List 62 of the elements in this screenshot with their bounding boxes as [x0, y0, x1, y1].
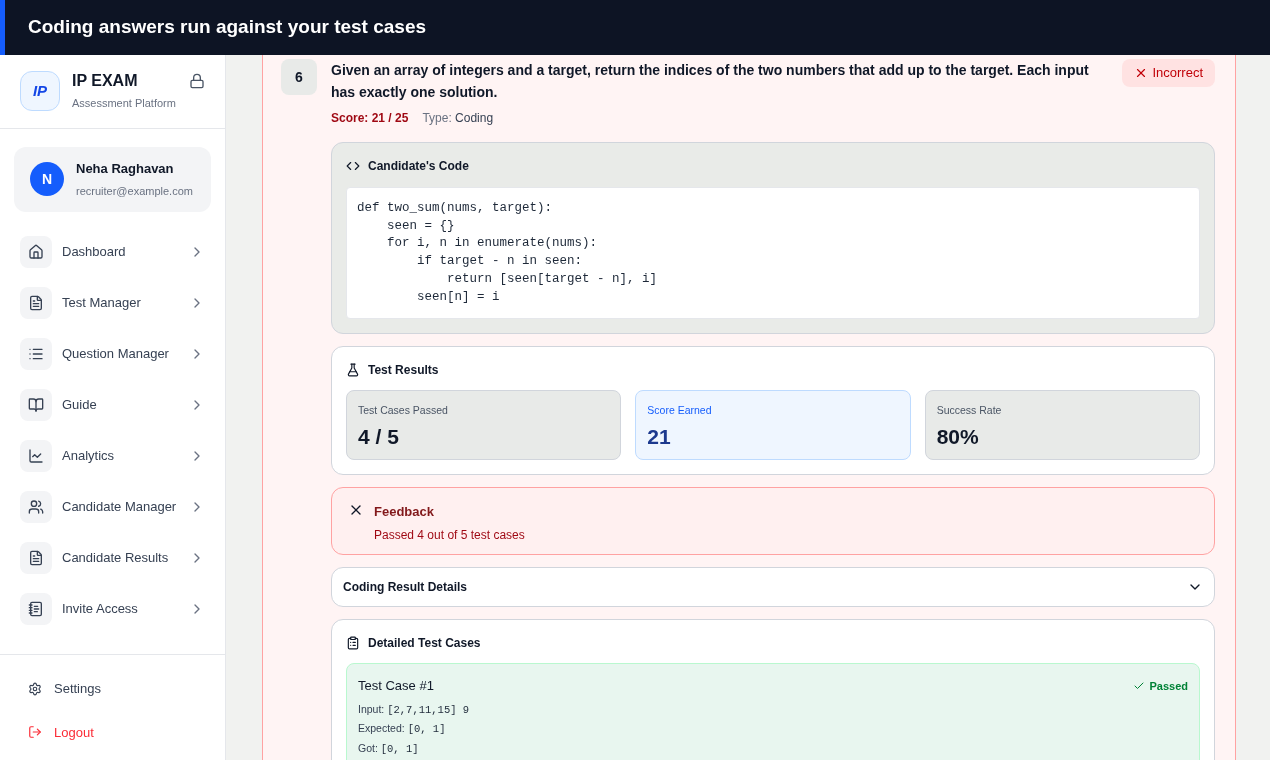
clipboard-icon: [346, 636, 360, 651]
question-text: Given an array of integers and a target, return the indices of the two numbers that add up to the target. Each input has exactly one solution.: [331, 61, 1090, 102]
nav-label: Dashboard: [62, 242, 127, 261]
test-case-line: Input: [2,7,11,15] 9: [358, 701, 471, 718]
question-number: 6: [281, 59, 317, 95]
stat-value: 80%: [936, 423, 980, 450]
nav-item[interactable]: Candidate Results: [20, 541, 205, 574]
panel-title: Detailed Test Cases: [368, 635, 481, 653]
test-case-line: Got: [0, 1]: [358, 741, 420, 758]
stat-value: 21: [647, 423, 672, 450]
score-label: Score: 21 / 25: [331, 110, 409, 127]
user-avatar: N: [30, 162, 64, 196]
nav-label: Analytics: [62, 446, 116, 465]
feedback-text: Passed 4 out of 5 test cases: [374, 526, 525, 544]
nav-label: Guide: [62, 395, 98, 414]
user-name: Neha Raghavan: [76, 160, 175, 178]
nav-label: Question Manager: [62, 344, 170, 363]
code-block: def two_sum(nums, target): seen = {} for i, n in enumerate(nums): if target - n in seen: return [seen[target - n], i] seen[n] = i: [346, 187, 1200, 320]
brand-subtitle: Assessment Platform: [72, 96, 177, 111]
nav-icon: [20, 235, 52, 268]
banner-title: Coding answers run against your test cases: [28, 15, 427, 40]
nav-label: Test Manager: [62, 293, 142, 312]
stat-value: 4 / 5: [358, 423, 400, 450]
nav-label: Candidate Results: [62, 548, 170, 567]
stat-label: Success Rate: [936, 403, 1003, 419]
code-icon: [346, 159, 360, 173]
nav-item[interactable]: Candidate Manager: [20, 490, 205, 523]
type-label: Type: Coding: [422, 110, 494, 127]
nav-label: Candidate Manager: [62, 497, 178, 516]
nav-icon: [20, 541, 52, 574]
nav-item[interactable]: Analytics: [20, 439, 205, 472]
stat-label: Test Cases Passed: [358, 403, 449, 419]
nav-label: Invite Access: [62, 599, 139, 618]
nav-icon: [20, 592, 52, 625]
details-toggle[interactable]: Coding Result Details: [331, 567, 1215, 608]
flask-icon: [346, 363, 360, 378]
settings-link[interactable]: Settings: [28, 679, 197, 699]
nav-item[interactable]: Dashboard: [20, 235, 205, 268]
nav-item[interactable]: Guide: [20, 388, 205, 421]
status-badge: Incorrect: [1122, 59, 1215, 87]
test-case-line: Expected: [0, 1]: [358, 721, 447, 738]
nav-icon: [20, 490, 52, 523]
nav-item[interactable]: Question Manager: [20, 337, 205, 370]
nav-icon: [20, 286, 52, 319]
nav-item[interactable]: Test Manager: [20, 286, 205, 319]
test-case-title: Test Case #1: [358, 677, 434, 696]
brand-name: IP EXAM: [72, 71, 139, 91]
settings-icon: [28, 681, 42, 696]
user-email: recruiter@example.com: [76, 183, 193, 199]
stat-label: Score Earned: [647, 403, 713, 419]
panel-title: Candidate's Code: [368, 158, 469, 175]
nav-icon: [20, 337, 52, 370]
feedback-title: Feedback: [374, 503, 435, 522]
brand-logo: IP: [20, 71, 60, 111]
logout-icon: [28, 725, 42, 740]
nav-item[interactable]: Invite Access: [20, 592, 205, 625]
logout-link[interactable]: Logout: [28, 722, 197, 742]
nav-icon: [20, 439, 52, 472]
nav-icon: [20, 388, 52, 421]
lock-icon[interactable]: [189, 73, 205, 89]
test-status: Passed: [1133, 676, 1188, 696]
panel-title: Test Results: [368, 362, 439, 380]
